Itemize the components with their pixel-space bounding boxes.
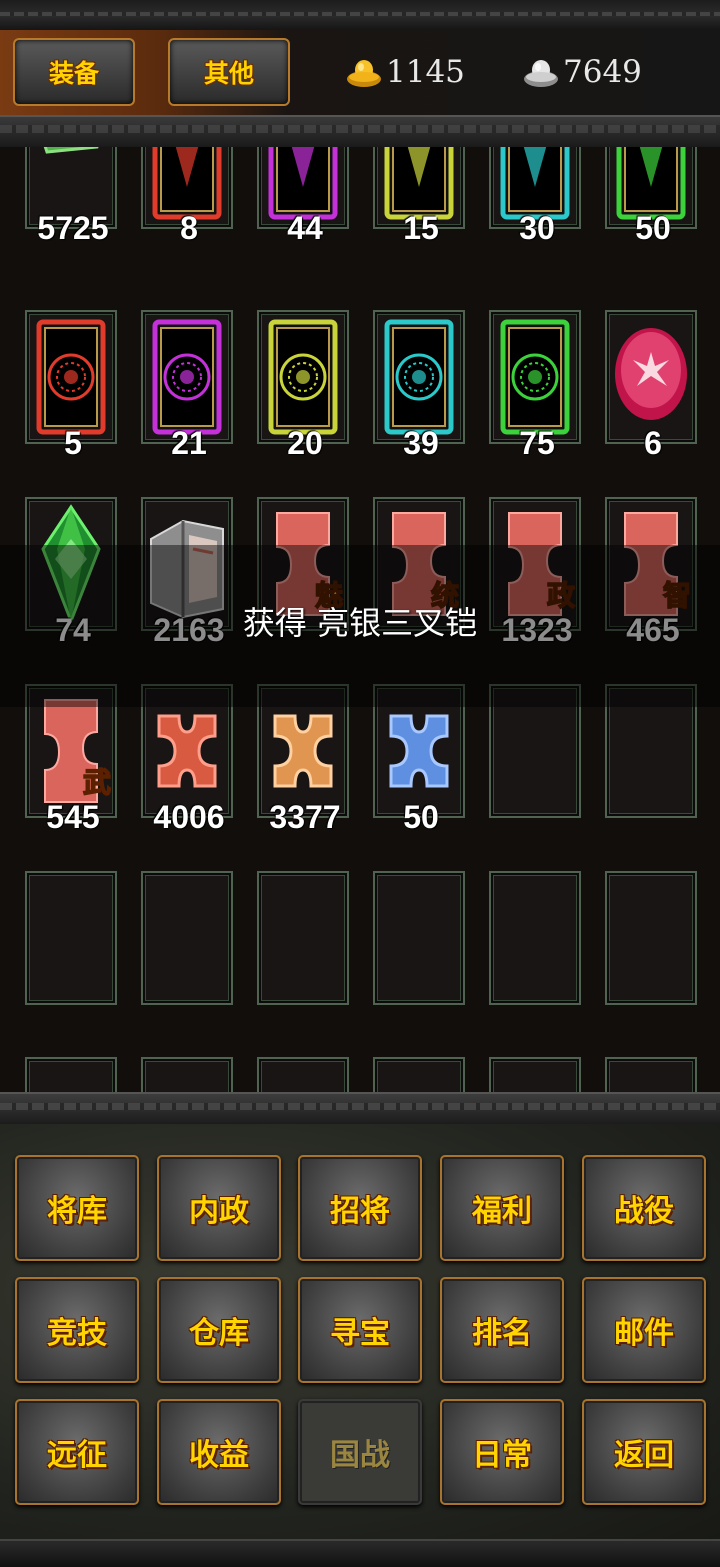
menu-button-0-0[interactable]: 将库 [15, 1155, 139, 1261]
item-quantity: 2163 [153, 612, 225, 648]
empty-inventory-slot[interactable] [489, 684, 581, 818]
empty-inventory-slot[interactable] [605, 684, 697, 818]
menu-button-1-3[interactable]: 排名 [440, 1277, 564, 1383]
silver-amount: 7649 [563, 54, 642, 90]
tab-other[interactable]: 其他 [168, 38, 290, 106]
menu-button-0-4[interactable]: 战役 [582, 1155, 706, 1261]
menu-button-0-1[interactable]: 内政 [157, 1155, 281, 1261]
inventory-slot[interactable]: 50 [605, 147, 697, 246]
item-quantity: 4006 [153, 799, 225, 835]
inventory-slot[interactable]: 武545武 [25, 684, 117, 835]
item-quantity: 30 [519, 210, 555, 246]
empty-inventory-slot[interactable] [605, 871, 697, 1005]
menu-button-1-2[interactable]: 寻宝 [298, 1277, 422, 1383]
inventory-slot[interactable]: 魅魅 [257, 497, 349, 631]
inventory-slot[interactable]: 30 [489, 147, 581, 246]
inventory-slot[interactable]: 5 [25, 310, 117, 461]
inventory-slot[interactable]: 统统 [373, 497, 465, 631]
svg-text:武: 武 [83, 766, 111, 799]
empty-inventory-slot[interactable] [25, 1057, 117, 1092]
item-quantity: 39 [403, 425, 439, 461]
tab-equipment[interactable]: 装备 [13, 38, 135, 106]
inventory-slot[interactable]: 5725 [25, 147, 117, 246]
inventory-slot[interactable]: 39 [373, 310, 465, 461]
item-quantity: 1323 [501, 612, 573, 648]
inventory-slot[interactable]: 智465智 [605, 497, 697, 648]
gold-ingot-icon [346, 54, 382, 90]
empty-inventory-slot[interactable] [141, 871, 233, 1005]
item-quantity: 5725 [37, 210, 109, 246]
item-quantity: 545 [46, 799, 100, 835]
menu-divider [0, 1092, 720, 1126]
item-quantity: 20 [287, 425, 323, 461]
inventory-slot[interactable]: 75 [489, 310, 581, 461]
main-menu-panel: 将库 内政 招将 福利 战役竞技 仓库 寻宝 排名 邮件远征 收益 国战 日常 返回 [0, 1124, 720, 1539]
bottom-frame-border [0, 1539, 720, 1567]
inventory-slot[interactable]: 8 [141, 147, 233, 246]
item-quantity: 21 [171, 425, 207, 461]
menu-button-2-4[interactable]: 返回 [582, 1399, 706, 1505]
svg-text:智: 智 [663, 579, 691, 612]
inventory-slot[interactable]: 6 [605, 310, 697, 461]
inventory-slot[interactable]: 21 [141, 310, 233, 461]
inventory-slot[interactable]: 15 [373, 147, 465, 246]
menu-button-0-3[interactable]: 福利 [440, 1155, 564, 1261]
menu-button-1-1[interactable]: 仓库 [157, 1277, 281, 1383]
empty-inventory-slot[interactable] [25, 871, 117, 1005]
inventory-slot[interactable]: 74 [25, 497, 117, 648]
item-quantity: 50 [403, 799, 439, 835]
empty-inventory-slot[interactable] [489, 1057, 581, 1092]
item-quantity: 74 [55, 612, 91, 648]
silver-currency: 7649 [523, 52, 642, 92]
inventory-slot[interactable]: 44 [257, 147, 349, 246]
item-quantity: 3377 [269, 799, 341, 835]
empty-inventory-slot[interactable] [141, 1057, 233, 1092]
empty-inventory-slot[interactable] [605, 1057, 697, 1092]
inventory-slot[interactable]: 3377 [257, 684, 349, 835]
svg-text:政: 政 [547, 579, 575, 612]
silver-ingot-icon [523, 54, 559, 90]
item-quantity: 15 [403, 210, 439, 246]
inventory-slot[interactable]: 政1323政 [489, 497, 581, 648]
inventory-slot[interactable]: 50 [373, 684, 465, 835]
empty-inventory-slot[interactable] [373, 1057, 465, 1092]
item-quantity: 465 [626, 612, 680, 648]
empty-inventory-slot[interactable] [257, 1057, 349, 1092]
item-quantity: 75 [519, 425, 555, 461]
top-frame-border [0, 0, 720, 32]
menu-button-2-2[interactable]: 国战 [298, 1399, 422, 1505]
menu-button-1-0[interactable]: 竞技 [15, 1277, 139, 1383]
header-divider [0, 115, 720, 149]
item-quantity: 8 [180, 210, 198, 246]
inventory-slot[interactable]: 2163 [141, 497, 233, 648]
menu-button-1-4[interactable]: 邮件 [582, 1277, 706, 1383]
svg-text:统: 统 [431, 579, 459, 612]
inventory-slot[interactable]: 4006 [141, 684, 233, 835]
header-bar: 装备 其他 1145 7649 [0, 30, 720, 115]
gold-currency: 1145 [346, 52, 465, 92]
item-quantity: 5 [64, 425, 82, 461]
empty-inventory-slot[interactable] [373, 871, 465, 1005]
gold-amount: 1145 [386, 54, 465, 90]
menu-button-2-0[interactable]: 远征 [15, 1399, 139, 1505]
item-quantity: 6 [644, 425, 662, 461]
inventory-slot[interactable]: 20 [257, 310, 349, 461]
menu-button-2-3[interactable]: 日常 [440, 1399, 564, 1505]
item-quantity: 44 [287, 210, 323, 246]
menu-button-2-1[interactable]: 收益 [157, 1399, 281, 1505]
svg-text:魅: 魅 [315, 579, 343, 612]
item-quantity: 50 [635, 210, 671, 246]
inventory-grid[interactable]: 5725 8 44 15 30 50 5 21 20 39 75 6 74 21… [0, 147, 720, 1092]
empty-inventory-slot[interactable] [257, 871, 349, 1005]
empty-inventory-slot[interactable] [489, 871, 581, 1005]
menu-button-0-2[interactable]: 招将 [298, 1155, 422, 1261]
